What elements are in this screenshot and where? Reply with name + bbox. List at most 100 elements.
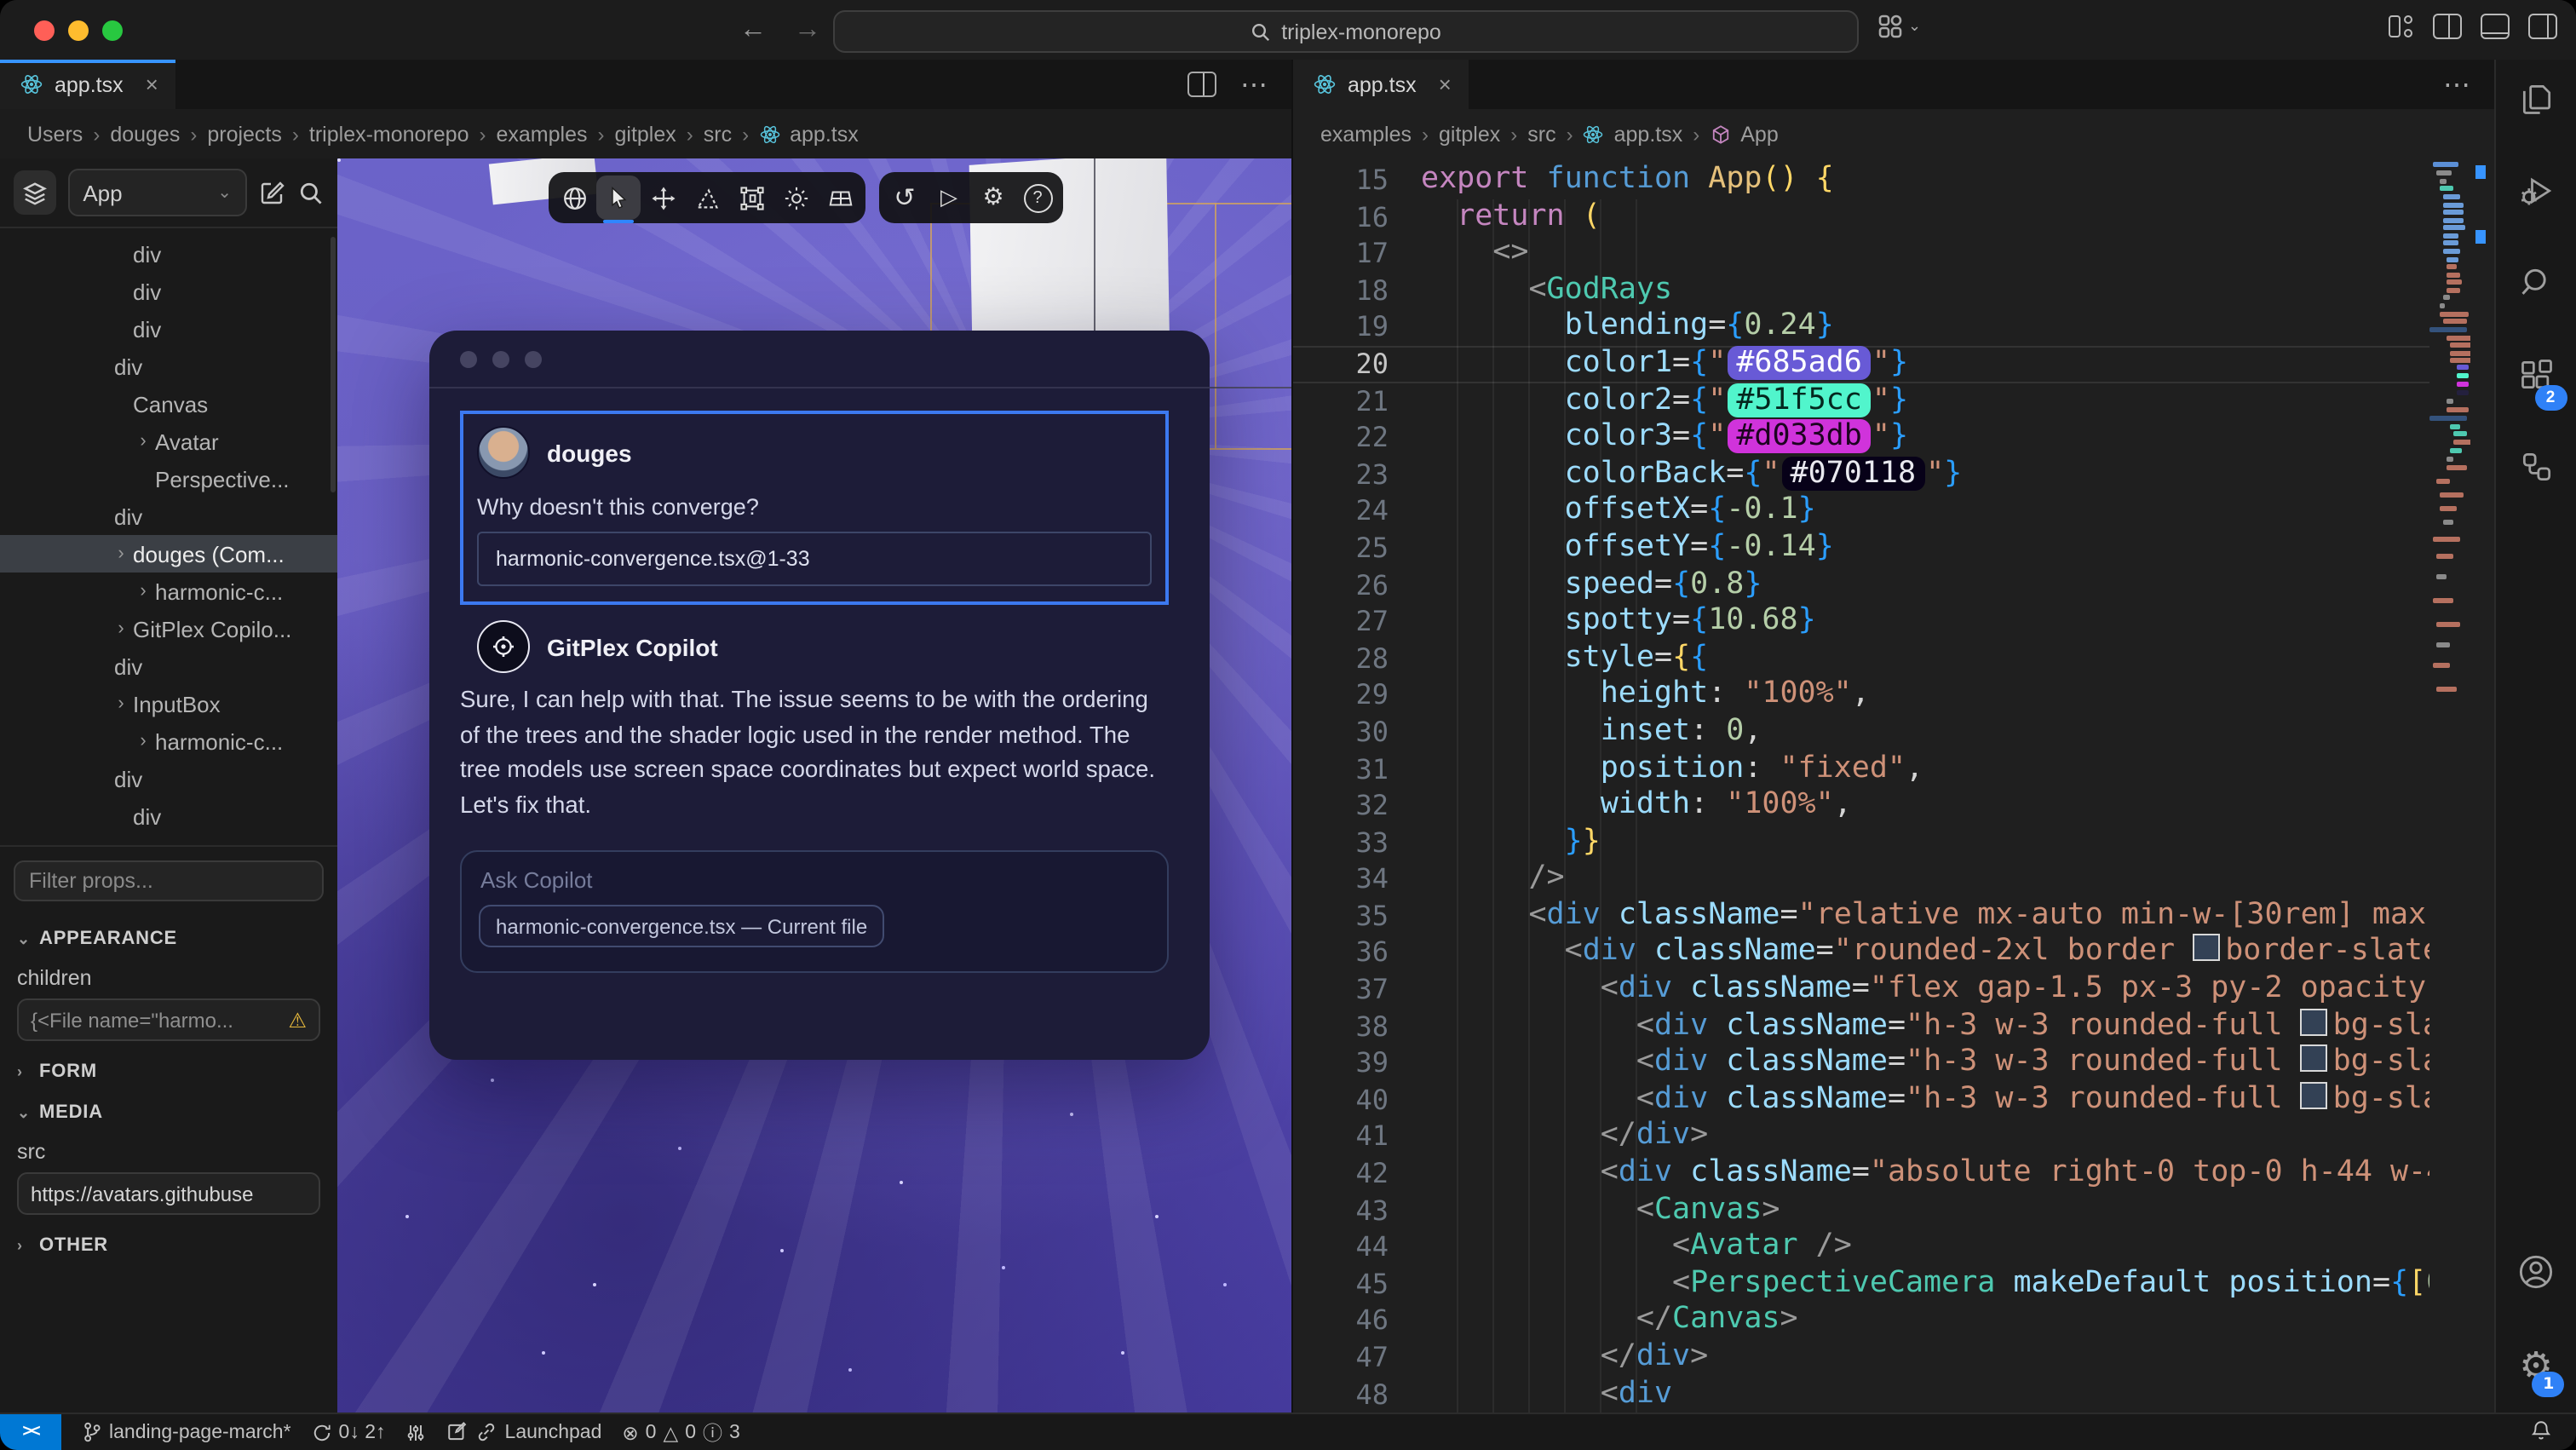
code-line[interactable]: 38 <div className="h-3 w-3 rounded-full … (1293, 1008, 2429, 1044)
code-line[interactable]: 45 <PerspectiveCamera makeDefault positi… (1293, 1266, 2429, 1303)
tune-button[interactable] (406, 1422, 427, 1442)
layers-button[interactable] (14, 170, 55, 215)
section-media[interactable]: ⌄ MEDIA (17, 1102, 320, 1123)
code-line[interactable]: 44 <Avatar /> (1293, 1228, 2429, 1265)
more-actions-icon[interactable]: ⋯ (1240, 67, 1271, 101)
breadcrumb-item[interactable]: douges (110, 122, 180, 146)
chevron-right-icon[interactable]: › (131, 581, 155, 601)
code-line[interactable]: 25 offsetY={-0.14} (1293, 530, 2429, 567)
tree-item[interactable]: div (0, 760, 337, 797)
tree-item[interactable]: ›douges (Com... (0, 535, 337, 573)
code-line[interactable]: 42 <div className="absolute right-0 top-… (1293, 1155, 2429, 1192)
camera-frustum-button[interactable] (818, 175, 862, 220)
breadcrumb-item[interactable]: app.tsx (790, 122, 859, 146)
help-button[interactable]: ? (1015, 175, 1060, 220)
filter-props-input[interactable]: Filter props... (14, 860, 324, 901)
chevron-right-icon[interactable]: › (131, 731, 155, 751)
code-line[interactable]: 16 return ( (1293, 199, 2429, 235)
extensions-icon[interactable]: 2 (2517, 356, 2555, 402)
code-line[interactable]: 41 </div> (1293, 1119, 2429, 1155)
tab-close-icon[interactable]: × (1439, 72, 1452, 97)
breadcrumb-item[interactable]: gitplex (615, 122, 676, 146)
sidebar-scrollbar[interactable] (331, 237, 336, 492)
traffic-close-button[interactable] (34, 20, 55, 40)
code-line[interactable]: 29 height: "100%", (1293, 677, 2429, 714)
current-file-chip[interactable]: harmonic-convergence.tsx — Current file (479, 905, 884, 947)
tree-item[interactable]: ›GitPlex Copilo... (0, 610, 337, 647)
tree-item[interactable]: ›harmonic-c... (0, 573, 337, 610)
code-line[interactable]: 35 <div className="relative mx-auto min-… (1293, 898, 2429, 935)
code-line[interactable]: 27 spotty={10.68} (1293, 603, 2429, 640)
code-line[interactable]: 26 speed={0.8} (1293, 567, 2429, 603)
back-button[interactable]: ← (739, 14, 767, 45)
lighting-toggle-button[interactable] (773, 175, 818, 220)
project-search-input[interactable]: triplex-monorepo (833, 10, 1859, 53)
code-line[interactable]: 31 position: "fixed", (1293, 751, 2429, 787)
code-line[interactable]: 17 <> (1293, 235, 2429, 272)
code-line[interactable]: 24 offsetX={-0.1} (1293, 493, 2429, 530)
toggle-panel-button[interactable] (2481, 14, 2510, 39)
tab-app-tsx-left[interactable]: app.tsx × (0, 60, 175, 109)
breadcrumb-item[interactable]: src (1527, 122, 1555, 146)
edit-component-button[interactable] (259, 179, 286, 206)
chevron-right-icon[interactable]: › (109, 693, 133, 714)
tab-close-icon[interactable]: × (146, 72, 158, 97)
scale-tool-button[interactable] (685, 175, 729, 220)
ask-copilot-input[interactable]: Ask Copilot harmonic-convergence.tsx — C… (460, 850, 1169, 973)
code-line[interactable]: 15export function App() { (1293, 162, 2429, 199)
problems-status[interactable]: ⊗ 0 △ 0 ⓘ 3 (622, 1418, 739, 1446)
scene-viewport[interactable]: ↺ ▷ ⚙︎ ? (337, 158, 1291, 1413)
tree-item[interactable]: div (0, 647, 337, 685)
sync-status[interactable]: 0↓ 2↑ (312, 1422, 386, 1442)
code-line[interactable]: 18 <GodRays (1293, 273, 2429, 309)
transform-tool-button[interactable] (729, 175, 773, 220)
file-reference-chip[interactable]: harmonic-convergence.tsx@1-33 (477, 532, 1152, 586)
breadcrumb-item[interactable]: Users (27, 122, 83, 146)
editor-breadcrumb[interactable]: examples› gitplex› src› app.tsx› App (1293, 109, 2494, 158)
breadcrumb-item[interactable]: examples (1320, 122, 1412, 146)
code-line[interactable]: 37 <div className="flex gap-1.5 px-3 py-… (1293, 971, 2429, 1008)
explorer-icon[interactable] (2517, 80, 2555, 126)
traffic-minimize-button[interactable] (68, 20, 89, 40)
chevron-right-icon[interactable]: › (109, 619, 133, 639)
chevron-right-icon[interactable]: › (131, 431, 155, 452)
select-tool-button[interactable] (596, 175, 641, 220)
settings-button[interactable]: ⚙︎ (971, 175, 1015, 220)
prop-src-input[interactable]: https://avatars.githubuse (17, 1172, 320, 1215)
breadcrumb-item[interactable]: App (1740, 122, 1779, 146)
code-line[interactable]: 43 <Canvas> (1293, 1192, 2429, 1228)
code-line[interactable]: 22 color3={"#d033db"} (1293, 419, 2429, 456)
tree-item[interactable]: div (0, 235, 337, 273)
branch-status[interactable]: landing-page-march* (82, 1421, 291, 1443)
settings-gear-icon[interactable]: ⚙︎ 1 (2519, 1346, 2552, 1389)
code-line[interactable]: 46 </Canvas> (1293, 1303, 2429, 1339)
breadcrumb-item[interactable]: gitplex (1439, 122, 1500, 146)
code-line[interactable]: 20 color1={"#685ad6"} (1293, 346, 2429, 383)
code-line[interactable]: 40 <div className="h-3 w-3 rounded-full … (1293, 1082, 2429, 1119)
toggle-secondary-sidebar-button[interactable] (2528, 14, 2557, 39)
chevron-right-icon[interactable]: › (109, 544, 133, 564)
breadcrumb-item[interactable]: projects (207, 122, 282, 146)
code-line[interactable]: 33 }} (1293, 824, 2429, 860)
account-icon[interactable] (2516, 1252, 2556, 1300)
breadcrumb-item[interactable]: src (704, 122, 732, 146)
code-line[interactable]: 34 /> (1293, 861, 2429, 898)
references-icon[interactable] (2517, 448, 2555, 494)
tree-item[interactable]: div (0, 797, 337, 835)
code-line[interactable]: 47 </div> (1293, 1339, 2429, 1376)
code-line[interactable]: 48 <div (1293, 1376, 2429, 1413)
traffic-zoom-button[interactable] (102, 20, 123, 40)
tree-item[interactable]: Perspective... (0, 460, 337, 498)
search-icon[interactable] (2517, 264, 2555, 310)
code-line[interactable]: 36 <div className="rounded-2xl border bo… (1293, 935, 2429, 971)
play-button[interactable]: ▷ (927, 175, 971, 220)
left-breadcrumb[interactable]: Users› douges› projects› triplex-monorep… (0, 109, 1291, 158)
overview-ruler[interactable] (2470, 158, 2494, 1413)
split-editor-icon[interactable] (1187, 72, 1216, 97)
tree-item[interactable]: div (0, 348, 337, 385)
component-select[interactable]: App ⌄ (67, 169, 247, 216)
customize-layout-button[interactable] (2389, 15, 2414, 37)
tree-item[interactable]: ›InputBox (0, 685, 337, 722)
tree-item[interactable]: ›Avatar (0, 423, 337, 460)
world-mode-button[interactable] (552, 175, 596, 220)
